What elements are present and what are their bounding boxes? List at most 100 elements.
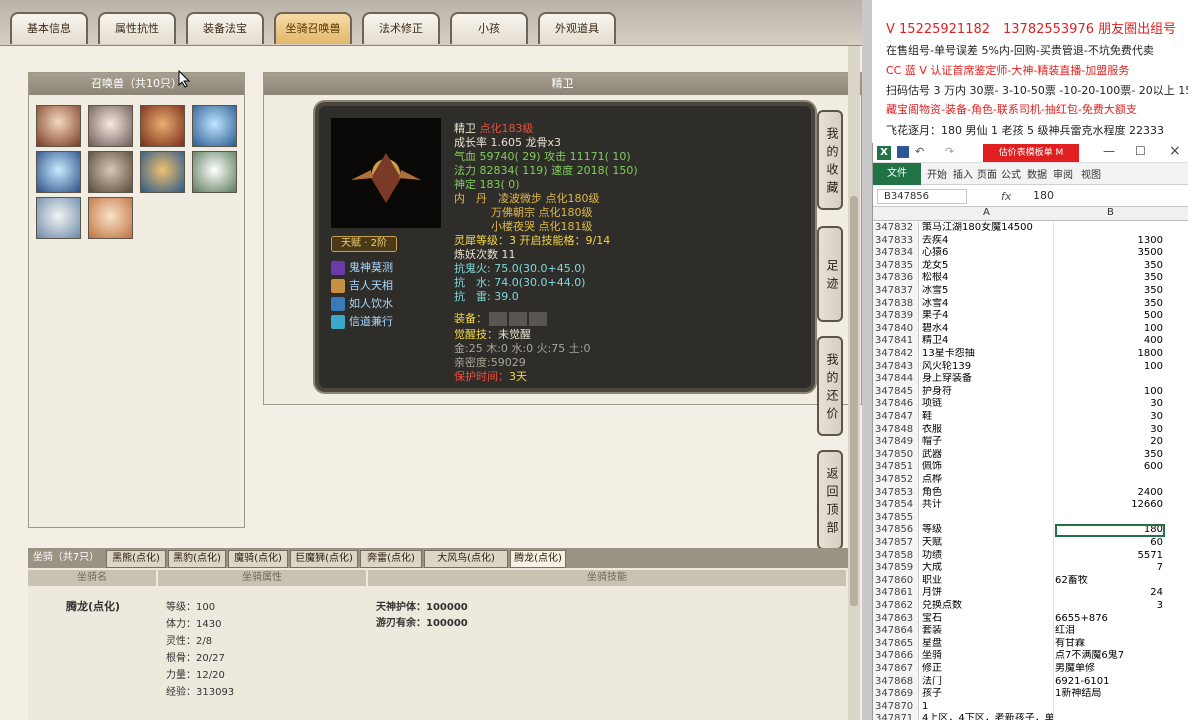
mount-tab-6[interactable]: 奔雷(点化) <box>360 550 422 568</box>
row-number[interactable]: 347867 <box>873 663 919 676</box>
cell-b[interactable]: 男魔单修 <box>1055 663 1165 676</box>
excel-row[interactable]: 347843 风火轮139 100 <box>873 360 1188 374</box>
cell-b[interactable]: 350 <box>1055 285 1165 298</box>
cell-b[interactable] <box>1055 373 1165 386</box>
cell-a[interactable]: 碧水4 <box>920 322 1054 336</box>
tab-4[interactable]: 坐骑召唤兽 <box>274 12 352 44</box>
cell-b[interactable]: 30 <box>1055 424 1165 437</box>
cell-a[interactable]: 1 <box>920 700 1054 714</box>
cell-b[interactable]: 5571 <box>1055 550 1165 563</box>
minimize-icon[interactable]: — <box>1103 144 1115 158</box>
row-number[interactable]: 347844 <box>873 373 919 386</box>
cell-a[interactable]: 佩饰 <box>920 461 1054 474</box>
cell-b[interactable]: 600 <box>1055 461 1165 474</box>
summon-avatar-6[interactable] <box>88 151 133 193</box>
excel-row[interactable]: 347868 法门 6921-6101 <box>873 675 1188 689</box>
cell-a[interactable]: 果子4 <box>920 310 1054 323</box>
excel-row[interactable]: 347862 兑换点数 3 <box>873 600 1188 613</box>
close-icon[interactable]: × <box>1169 143 1181 159</box>
excel-row[interactable]: 347851 佩饰 600 <box>873 461 1188 474</box>
row-number[interactable]: 347834 <box>873 247 919 260</box>
row-number[interactable]: 347847 <box>873 411 919 424</box>
cell-b[interactable]: 有甘霖 <box>1055 638 1165 651</box>
cell-a[interactable]: 大成 <box>920 562 1054 575</box>
cell-b[interactable]: 350 <box>1055 272 1165 285</box>
tab-2[interactable]: 属性抗性 <box>98 12 176 44</box>
cell-b[interactable]: 180 <box>1055 524 1165 537</box>
cell-a[interactable]: 角色 <box>920 486 1054 500</box>
cell-a[interactable]: 武器 <box>920 448 1054 462</box>
row-number[interactable]: 347837 <box>873 285 919 298</box>
cell-b[interactable]: 1800 <box>1055 348 1165 361</box>
skill-2[interactable]: 吉人天相 <box>331 277 393 293</box>
row-number[interactable]: 347838 <box>873 297 919 311</box>
row-number[interactable]: 347836 <box>873 272 919 285</box>
equip-slot-1[interactable] <box>489 312 507 326</box>
cell-b[interactable]: 60 <box>1055 537 1165 550</box>
row-number[interactable]: 347856 <box>873 524 919 537</box>
row-number[interactable]: 347860 <box>873 574 919 588</box>
tab-5[interactable]: 法术修正 <box>362 12 440 44</box>
row-number[interactable]: 347863 <box>873 612 919 626</box>
cell-a[interactable]: 护身符 <box>920 385 1054 399</box>
cell-b[interactable]: 350 <box>1055 449 1165 462</box>
cell-a[interactable]: 月饼 <box>920 587 1054 600</box>
excel-row[interactable]: 347861 月饼 24 <box>873 587 1188 600</box>
cell-a[interactable]: 身上穿装备 <box>920 373 1054 386</box>
ribbon-tab-2[interactable]: 开始 <box>927 166 947 181</box>
maximize-icon[interactable]: ☐ <box>1135 144 1146 158</box>
mount-tab-8[interactable]: 腾龙(点化) <box>510 550 566 568</box>
function-icon[interactable]: fx <box>1001 190 1011 203</box>
row-number[interactable]: 347845 <box>873 385 919 399</box>
excel-row[interactable]: 347866 坐骑 点7不满魔6鬼7 <box>873 650 1188 663</box>
cell-b[interactable]: 红泪 <box>1055 625 1165 638</box>
cell-b[interactable]: 2400 <box>1055 487 1165 500</box>
excel-row[interactable]: 347854 共计 12660 <box>873 499 1188 512</box>
tab-7[interactable]: 外观道具 <box>538 12 616 44</box>
excel-row[interactable]: 347867 修正 男魔单修 <box>873 663 1188 676</box>
row-number[interactable]: 347848 <box>873 423 919 437</box>
excel-row[interactable]: 3478714上区，4下区，老新孩子，单件，准备宝宝齐全 <box>873 713 1188 720</box>
excel-row[interactable]: 347856 等级 180 <box>873 524 1188 537</box>
excel-row[interactable]: 347849 帽子 20 <box>873 436 1188 449</box>
excel-row[interactable]: 347848 衣服 30 <box>873 423 1188 437</box>
excel-row[interactable]: 347853 角色 2400 <box>873 486 1188 500</box>
tab-1[interactable]: 基本信息 <box>10 12 88 44</box>
row-number[interactable]: 347839 <box>873 310 919 323</box>
row-number[interactable]: 347870 <box>873 700 919 714</box>
excel-row[interactable]: 347842 13星卡怨抽 1800 <box>873 348 1188 361</box>
talent-badge[interactable]: 天赋 · 2阶 <box>331 236 397 252</box>
cell-a[interactable]: 天赋 <box>920 537 1054 550</box>
excel-row[interactable]: 347841 精卫4 400 <box>873 335 1188 348</box>
cell-a[interactable]: 套装 <box>920 625 1054 638</box>
ribbon-tab-5[interactable]: 公式 <box>1001 166 1021 181</box>
row-number[interactable]: 347868 <box>873 675 919 689</box>
excel-row[interactable]: 347858 功绩 5571 <box>873 549 1188 563</box>
cell-a[interactable]: 法门 <box>920 675 1054 689</box>
tab-6[interactable]: 小孩 <box>450 12 528 44</box>
cell-a[interactable]: 衣服 <box>920 423 1054 437</box>
cell-a[interactable]: 项链 <box>920 398 1054 411</box>
cell-b[interactable] <box>1055 713 1165 720</box>
cell-a[interactable]: 精卫4 <box>920 335 1054 348</box>
summon-avatar-8[interactable] <box>192 151 237 193</box>
excel-row[interactable]: 347857 天赋 60 <box>873 537 1188 550</box>
cell-a[interactable]: 龙女5 <box>920 259 1054 273</box>
cell-b[interactable]: 6921-6101 <box>1055 676 1165 689</box>
cell-b[interactable]: 7 <box>1055 562 1165 575</box>
cell-b[interactable]: 100 <box>1055 323 1165 336</box>
cell-b[interactable]: 20 <box>1055 436 1165 449</box>
ribbon-tab-7[interactable]: 审阅 <box>1053 166 1073 181</box>
cell-a[interactable]: 冰雪4 <box>920 297 1054 311</box>
summon-avatar-10[interactable] <box>88 197 133 239</box>
mount-tab-3[interactable]: 黑豹(点化) <box>168 550 226 568</box>
cell-b[interactable]: 3500 <box>1055 247 1165 260</box>
row-number[interactable]: 347865 <box>873 637 919 651</box>
excel-row[interactable]: 347834 心猿6 3500 <box>873 247 1188 260</box>
cell-a[interactable]: 鞋 <box>920 411 1054 424</box>
cell-a[interactable]: 共计 <box>920 499 1054 512</box>
excel-row[interactable]: 347840 碧水4 100 <box>873 322 1188 336</box>
row-number[interactable]: 347855 <box>873 511 919 525</box>
cell-a[interactable]: 星盘 <box>920 637 1054 651</box>
ribbon-tab-4[interactable]: 页面 <box>977 166 997 181</box>
